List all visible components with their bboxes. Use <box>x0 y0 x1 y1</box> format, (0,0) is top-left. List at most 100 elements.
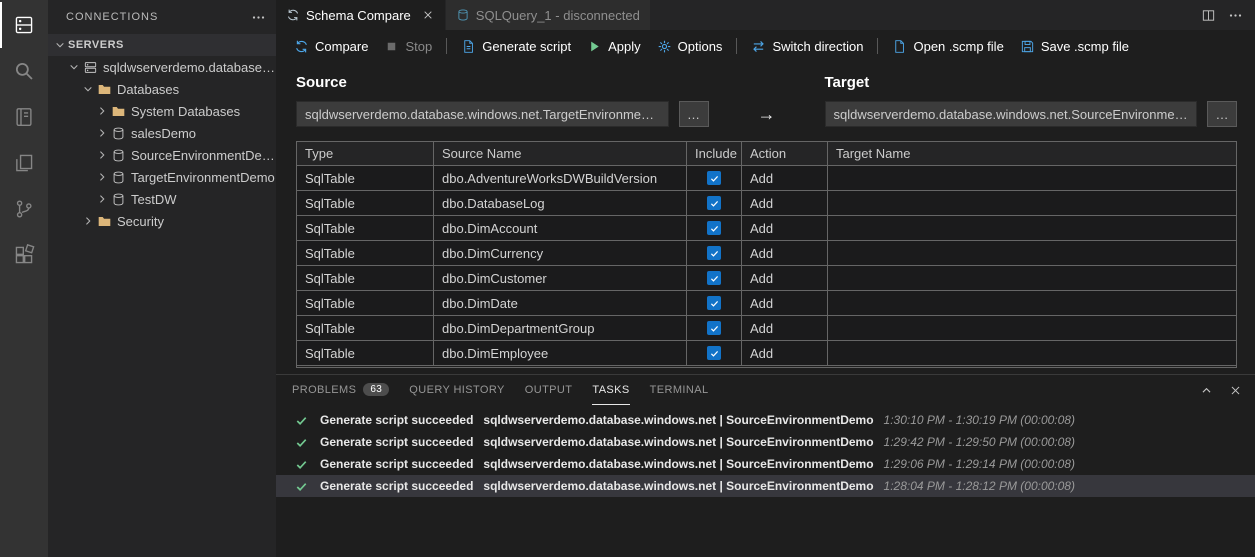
include-checkbox[interactable] <box>707 171 721 185</box>
cell-type: SqlTable <box>297 166 434 190</box>
cell-action: Add <box>742 316 828 340</box>
apply-button[interactable]: Apply <box>579 33 649 59</box>
table-row[interactable]: SqlTable dbo.DimAccount Add <box>297 216 1236 241</box>
tree-item-label: Databases <box>117 81 180 97</box>
target-input[interactable] <box>824 101 1197 127</box>
source-input[interactable] <box>296 101 669 127</box>
options-button[interactable]: Options <box>649 33 731 59</box>
column-header[interactable]: Action <box>742 142 828 165</box>
cell-include <box>687 291 742 315</box>
tree-item[interactable]: salesDemo <box>48 122 276 144</box>
include-checkbox[interactable] <box>707 346 721 360</box>
tree-item[interactable]: Security <box>48 210 276 232</box>
target-browse-button[interactable]: … <box>1207 101 1237 127</box>
include-checkbox[interactable] <box>707 296 721 310</box>
editor-tabbar: Schema Compare SQLQuery_1 - disconnected <box>276 0 1255 30</box>
tree-item[interactable]: System Databases <box>48 100 276 122</box>
generate-script-button[interactable]: Generate script <box>453 33 579 59</box>
main-area: Schema Compare SQLQuery_1 - disconnected … <box>276 0 1255 557</box>
maximize-panel-icon[interactable] <box>1199 383 1214 398</box>
task-success-icon <box>292 435 310 450</box>
tree-item-label: TargetEnvironmentDemo <box>131 169 275 185</box>
toolbar-button-label: Apply <box>608 38 641 54</box>
include-checkbox[interactable] <box>707 321 721 335</box>
save-icon <box>1020 39 1035 54</box>
split-editor-icon[interactable] <box>1201 8 1216 23</box>
open-file-button[interactable]: Open .scmp file <box>884 33 1011 59</box>
activity-notebooks-button[interactable] <box>0 94 48 140</box>
save-button[interactable]: Save .scmp file <box>1012 33 1137 59</box>
table-row[interactable]: SqlTable dbo.DatabaseLog Add <box>297 191 1236 216</box>
task-row[interactable]: Generate script succeeded sqldwserverdemo… <box>276 409 1255 431</box>
table-row[interactable]: SqlTable dbo.DimCustomer Add <box>297 266 1236 291</box>
editor-more-actions-icon[interactable] <box>1228 8 1243 23</box>
task-detail: sqldwserverdemo.database.windows.net | S… <box>483 457 874 471</box>
table-row[interactable]: SqlTable dbo.DimEmployee Add <box>297 341 1236 366</box>
close-panel-icon[interactable] <box>1228 383 1243 398</box>
editor-tab[interactable]: SQLQuery_1 - disconnected <box>445 0 651 30</box>
chevron-down-icon <box>80 82 96 96</box>
editor-tab-label: Schema Compare <box>306 7 411 23</box>
activity-search-button[interactable] <box>0 48 48 94</box>
task-row[interactable]: Generate script succeeded sqldwserverdemo… <box>276 453 1255 475</box>
tree-item[interactable]: TargetEnvironmentDemo <box>48 166 276 188</box>
activity-extensions-button[interactable] <box>0 232 48 278</box>
tree-item[interactable]: sqldwserverdemo.database.wi... <box>48 56 276 78</box>
include-checkbox[interactable] <box>707 196 721 210</box>
task-row[interactable]: Generate script succeeded sqldwserverdemo… <box>276 431 1255 453</box>
database-icon <box>111 148 126 163</box>
generate-script-icon <box>461 39 476 54</box>
include-checkbox[interactable] <box>707 271 721 285</box>
target-label: Target <box>824 74 870 91</box>
switch-direction-icon <box>751 39 766 54</box>
column-header[interactable]: Source Name <box>434 142 687 165</box>
cell-action: Add <box>742 216 828 240</box>
sql-file-icon <box>456 8 470 22</box>
tree-item[interactable]: SourceEnvironmentDemo <box>48 144 276 166</box>
task-success-icon <box>292 457 310 472</box>
column-header[interactable]: Include <box>687 142 742 165</box>
activity-explorer-button[interactable] <box>0 140 48 186</box>
panel-tab-output[interactable]: OUTPUT <box>525 375 573 405</box>
editor-tab[interactable]: Schema Compare <box>276 0 446 30</box>
direction-arrow: → <box>719 104 815 125</box>
activity-source-control-button[interactable] <box>0 186 48 232</box>
compare-button[interactable]: Compare <box>286 33 376 59</box>
include-checkbox[interactable] <box>707 246 721 260</box>
servers-section-header[interactable]: SERVERS <box>48 34 276 56</box>
source-browse-button[interactable]: … <box>678 101 709 127</box>
table-row[interactable]: SqlTable dbo.DimDate Add <box>297 291 1236 316</box>
task-row[interactable]: Generate script succeeded sqldwserverdemo… <box>276 475 1255 497</box>
notebooks-icon <box>13 106 35 128</box>
source-control-icon <box>13 198 35 220</box>
app-window: CONNECTIONS SERVERS sqldwserverdemo.data… <box>0 0 1255 557</box>
cell-include <box>687 266 742 290</box>
stop-button[interactable]: Stop <box>376 33 440 59</box>
panel-tab-problems[interactable]: PROBLEMS 63 <box>292 375 390 405</box>
activity-connections-button[interactable] <box>0 2 48 48</box>
compare-icon <box>294 39 309 54</box>
cell-action: Add <box>742 191 828 215</box>
column-header[interactable]: Type <box>297 142 434 165</box>
tree-item[interactable]: Databases <box>48 78 276 100</box>
toolbar-button-label: Open .scmp file <box>913 38 1004 54</box>
column-header[interactable]: Target Name <box>828 142 1236 165</box>
include-checkbox[interactable] <box>707 221 721 235</box>
table-row[interactable]: SqlTable dbo.DimCurrency Add <box>297 241 1236 266</box>
column-header-label: Action <box>750 146 787 161</box>
panel-tab-query-history[interactable]: QUERY HISTORY <box>409 375 504 405</box>
switch-direction-button[interactable]: Switch direction <box>743 33 871 59</box>
panel-tab-tasks[interactable]: TASKS <box>592 375 630 405</box>
cell-action: Add <box>742 341 828 365</box>
panel-tab-terminal[interactable]: TERMINAL <box>650 375 709 405</box>
table-row[interactable]: SqlTable dbo.DimDepartmentGroup Add <box>297 316 1236 341</box>
apply-icon <box>587 39 602 54</box>
table-row[interactable]: SqlTable dbo.AdventureWorksDWBuildVersion… <box>297 166 1236 191</box>
more-actions-icon[interactable] <box>251 10 266 25</box>
explorer-icon <box>13 152 35 174</box>
cell-source-name: dbo.DimDate <box>434 291 687 315</box>
chevron-right-icon <box>94 192 110 206</box>
close-tab-icon[interactable] <box>421 8 435 22</box>
tree-item[interactable]: TestDW <box>48 188 276 210</box>
folder-icon <box>111 104 126 119</box>
